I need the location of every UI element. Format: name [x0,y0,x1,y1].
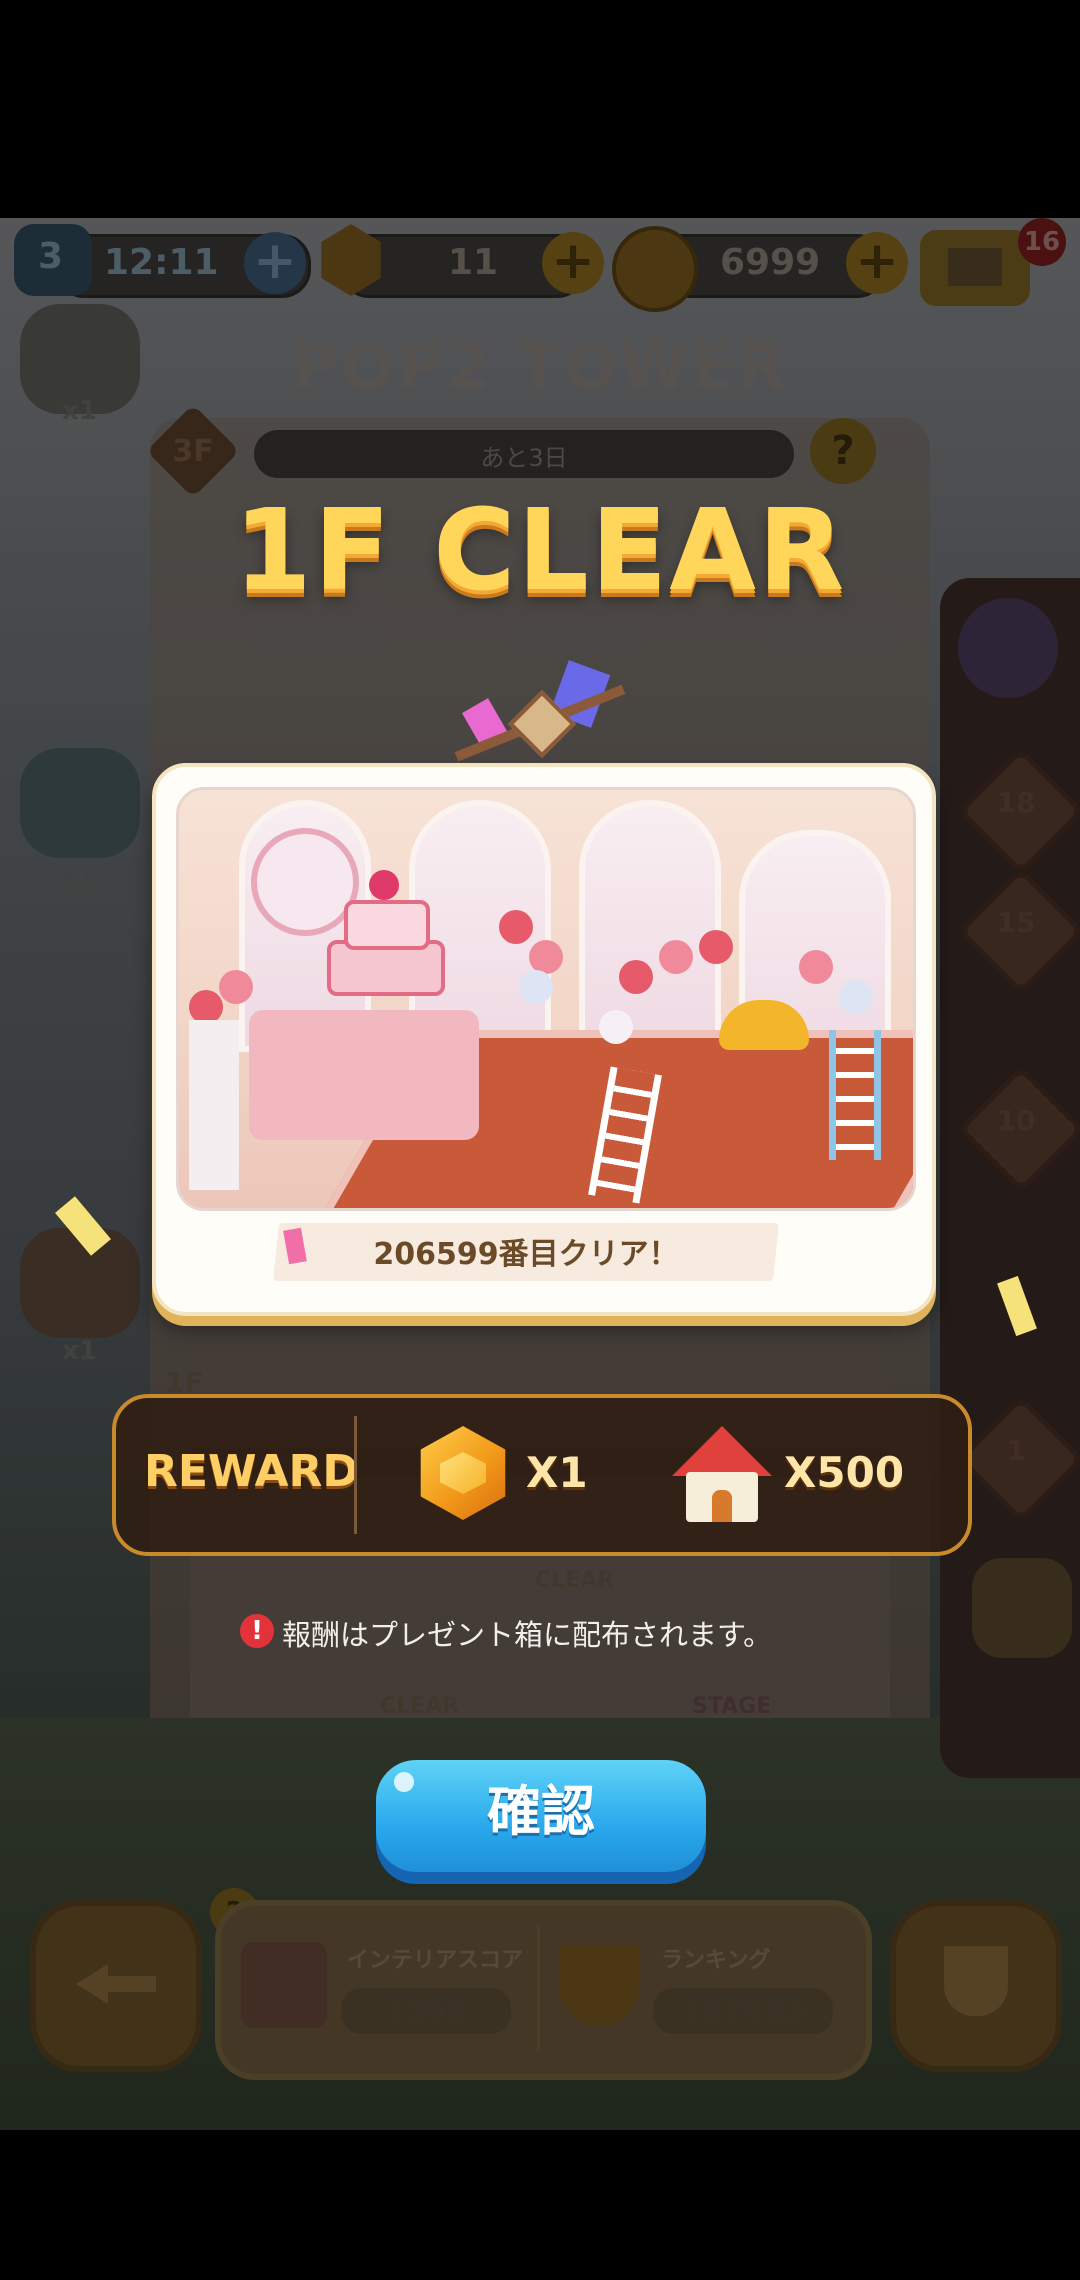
reward-panel: REWARD X1 X500 [112,1394,972,1556]
ladder [829,1030,881,1160]
game-screen: 3 12:11 + 11 + 6999 + 16 POP2 TOWER あと3日… [0,218,1080,2130]
notice-text: 報酬はプレゼント箱に配布されます。 [282,1618,773,1652]
house-icon [672,1426,772,1476]
clear-title: 1F CLEAR [233,486,847,616]
pillar [189,1020,239,1190]
alert-icon: ! [240,1614,274,1648]
reward-divider [354,1416,357,1534]
rose-window [251,828,359,936]
button-gloss [394,1772,414,1792]
gem-reward-qty: X1 [526,1448,588,1497]
confirm-button[interactable]: 確認 [376,1760,706,1872]
house-icon-door [712,1490,732,1522]
rose [219,970,253,1004]
clear-count-text: 206599番目クリア！ [373,1237,679,1272]
rose [839,980,873,1014]
rose [499,910,533,944]
rose [599,1010,633,1044]
clear-card: 206599番目クリア！ [152,763,936,1316]
rose [519,970,553,1004]
rose [529,940,563,974]
rose [699,930,733,964]
rose [189,990,223,1024]
cake-tier [344,900,430,950]
house-reward-qty: X500 [784,1448,905,1497]
heart-topper-icon [369,870,399,900]
rose [619,960,653,994]
reward-label: REWARD [144,1446,359,1497]
wedding-room-illustration [176,787,916,1211]
rose [659,940,693,974]
cake-table [249,1010,479,1140]
rose [799,950,833,984]
